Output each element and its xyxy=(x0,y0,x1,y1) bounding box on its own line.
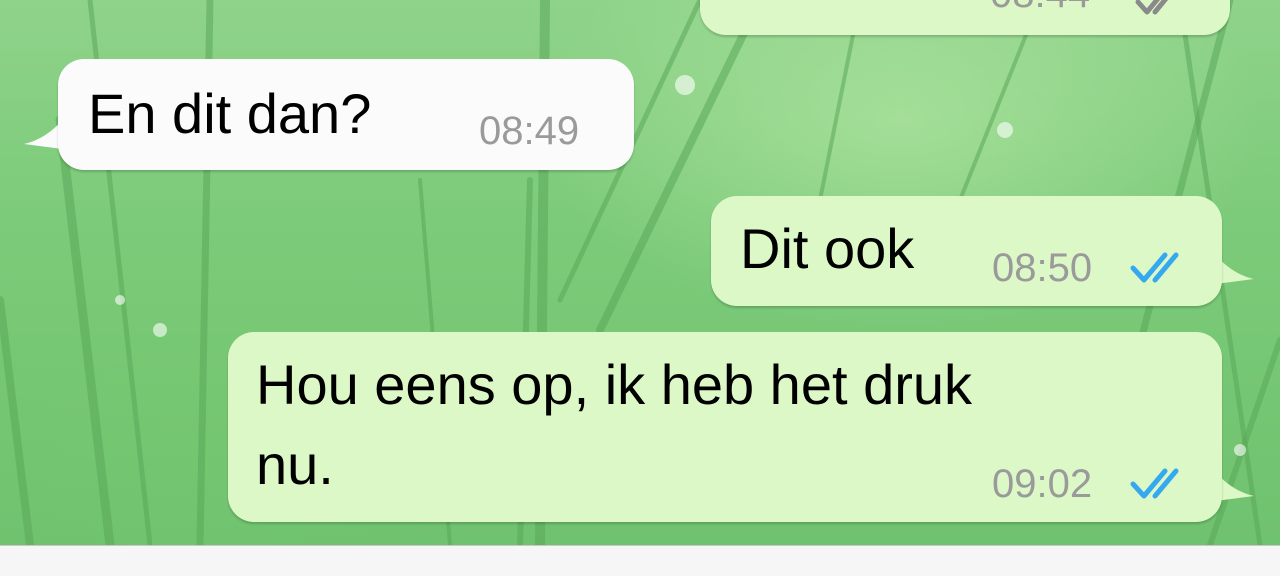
message-text: Dit ook xyxy=(740,217,915,280)
message-bubble-outgoing[interactable]: Dit ook 08:50 xyxy=(711,196,1222,306)
message-time: 08:49 xyxy=(479,109,580,153)
double-check-icon xyxy=(1135,0,1169,15)
double-check-icon xyxy=(1130,252,1179,283)
message-time: 09:02 xyxy=(992,462,1093,506)
message-bubble-outgoing[interactable]: 08:44 xyxy=(700,0,1230,35)
message-bubble-incoming[interactable]: En dit dan? 08:49 xyxy=(58,59,634,170)
message-text: En dit dan? xyxy=(88,82,372,145)
double-check-icon xyxy=(1130,468,1179,499)
input-bar[interactable] xyxy=(0,545,1280,576)
message-time: 08:50 xyxy=(992,246,1093,290)
message-time: 08:44 xyxy=(990,0,1090,17)
message-bubble-outgoing[interactable]: Hou eens op, ik heb het druk nu. 09:02 xyxy=(228,332,1222,522)
chat-area[interactable]: 08:44 En dit dan? 08:49 Dit ook 08:50 xyxy=(0,0,1280,545)
message-text-line2: nu. xyxy=(256,433,334,496)
message-text-line1: Hou eens op, ik heb het druk xyxy=(256,353,973,416)
